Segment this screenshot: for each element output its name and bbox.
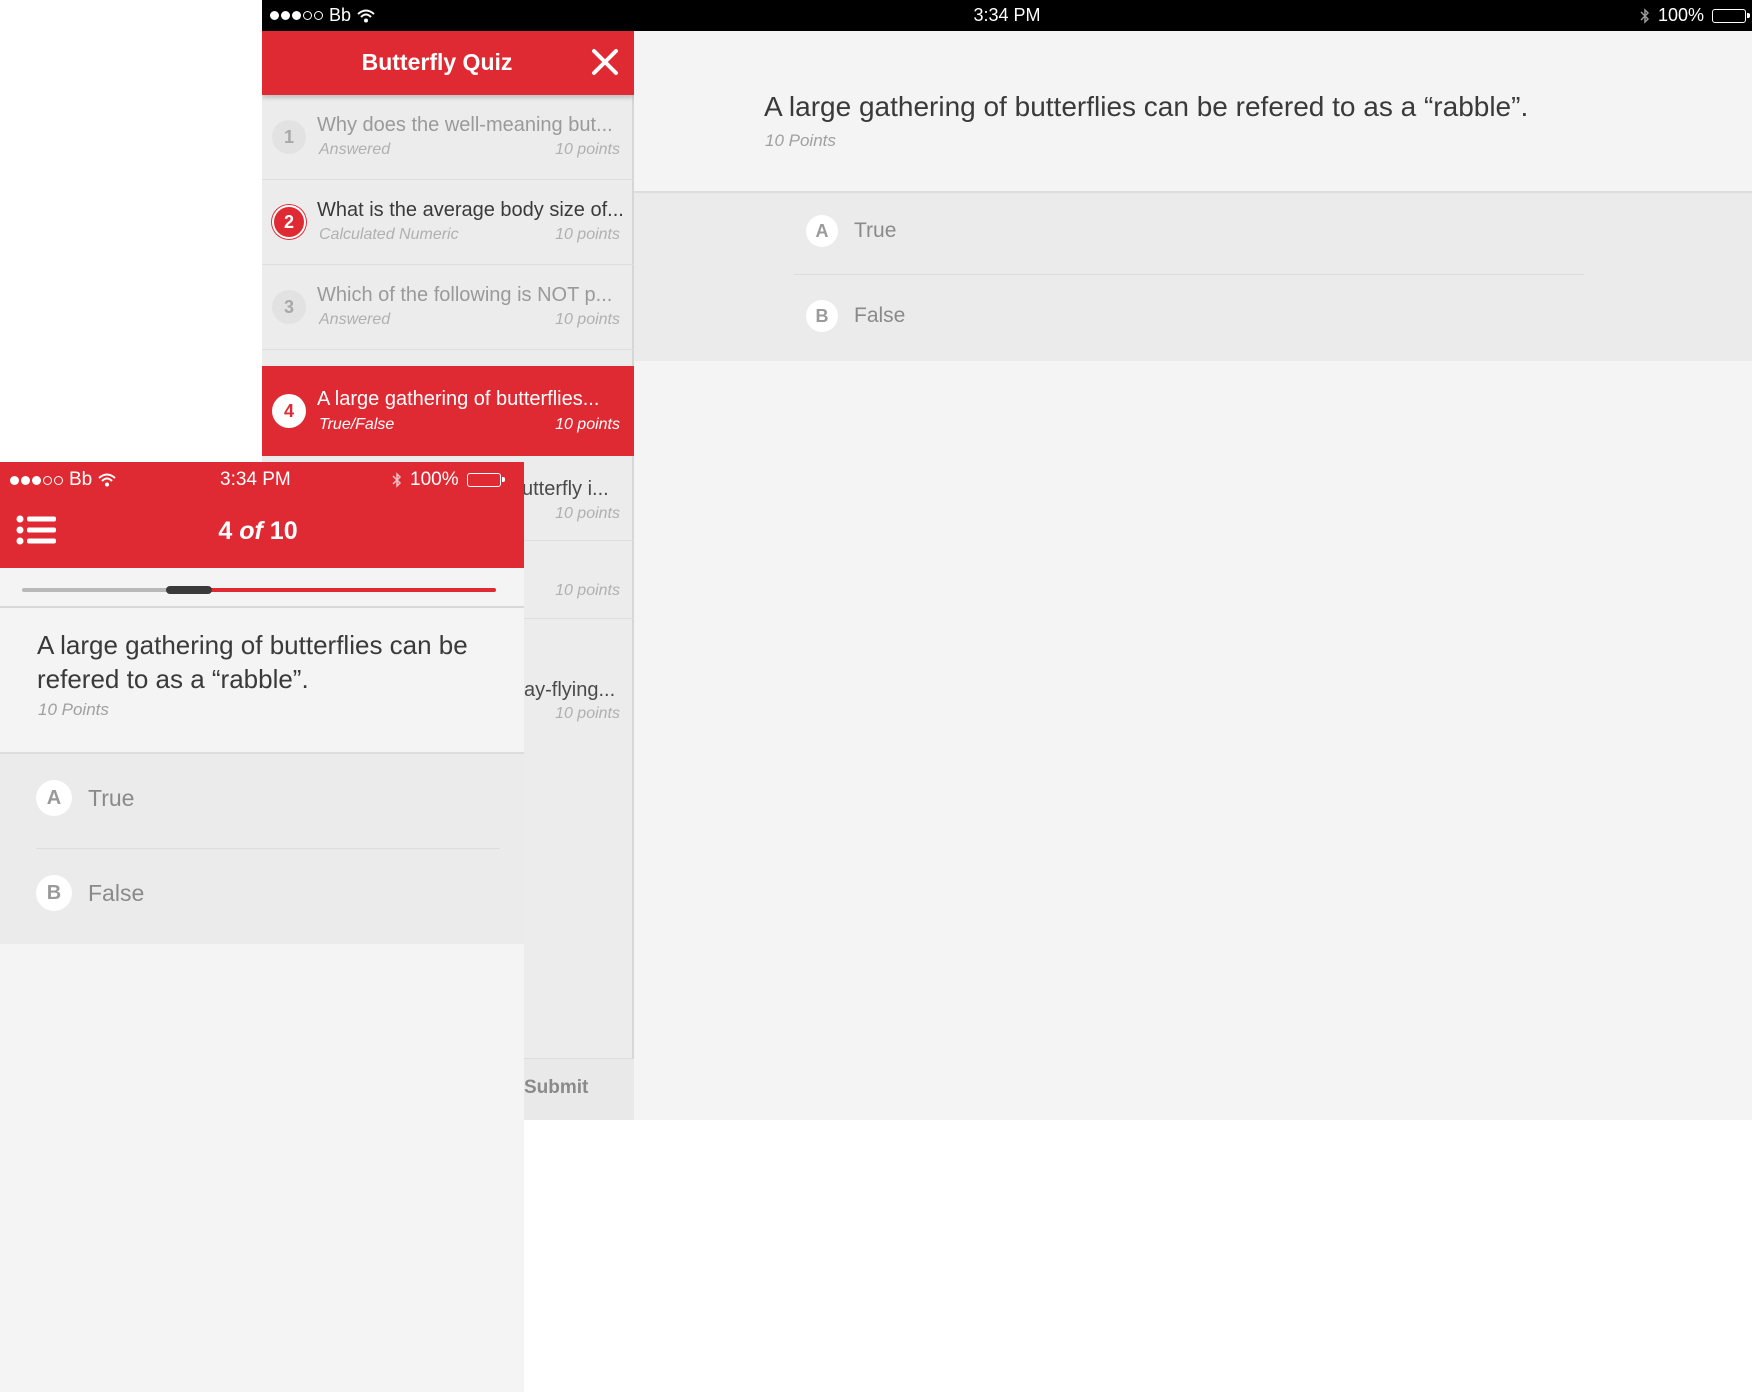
question-item-3[interactable]: 3 Which of the following is NOT p... Ans… [262, 265, 634, 350]
question-text: Which of the following is NOT p... [317, 284, 613, 306]
answer-letter: B [806, 300, 838, 332]
close-icon[interactable] [588, 45, 622, 79]
answer-letter: B [36, 875, 72, 911]
question-status: Calculated Numeric [319, 226, 459, 243]
answer-label: True [854, 219, 897, 242]
wifi-icon [98, 473, 116, 487]
phone-screen: Bb 3:34 PM 100% 4 of 10 A large gatherin… [0, 462, 524, 1392]
tablet-status-bar: Bb 3:34 PM 100% [262, 0, 1752, 31]
question-text: ay-flying... [524, 679, 616, 701]
progress-thumb[interactable] [166, 586, 212, 594]
counter-of: of [239, 517, 263, 545]
question-status: True/False [319, 416, 395, 433]
bluetooth-icon [392, 472, 402, 488]
signal-strength-icon [10, 475, 63, 485]
answer-label: False [854, 304, 906, 327]
battery-percent: 100% [1657, 5, 1704, 25]
submit-button[interactable]: Submit [524, 1077, 588, 1099]
question-text: utterfly i... [522, 478, 609, 500]
quiz-progress-bar [0, 568, 524, 608]
answer-list: A True B False [634, 193, 1752, 361]
counter-total: 10 [269, 517, 298, 545]
question-panel: A large gathering of butterflies can be … [634, 31, 1752, 1120]
question-title: A large gathering of butterflies can be … [37, 630, 468, 694]
answer-option-b[interactable]: B False [36, 875, 144, 911]
question-counter: 4 of 10 [0, 517, 516, 546]
question-points: 10 points [555, 141, 620, 158]
question-title: A large gathering of butterflies can be … [764, 91, 1529, 122]
question-points: 10 Points [38, 700, 109, 719]
battery-icon [1712, 8, 1750, 23]
sidebar-header: Butterfly Quiz [262, 31, 634, 95]
question-text: Why does the well-meaning but... [317, 114, 613, 136]
phone-status-bar: Bb 3:34 PM 100% [0, 462, 524, 496]
question-status: Answered [319, 141, 391, 158]
phone-header: Bb 3:34 PM 100% 4 of 10 [0, 462, 524, 568]
question-points: 10 points [555, 505, 620, 522]
question-points: 10 points [555, 705, 620, 722]
carrier-name: Bb [69, 469, 93, 490]
question-number: 4 [272, 394, 306, 428]
question-item-2[interactable]: 2 What is the average body size of... Ca… [262, 180, 634, 265]
question-number: 2 [272, 205, 306, 239]
answer-label: True [88, 784, 135, 811]
question-item-1[interactable]: 1 Why does the well-meaning but... Answe… [262, 95, 634, 180]
question-status: Answered [319, 311, 391, 328]
question-points: 10 points [555, 416, 620, 433]
battery-icon [466, 473, 505, 487]
question-points: 10 Points [765, 131, 836, 150]
battery-percent: 100% [410, 469, 459, 490]
question-number: 1 [272, 120, 306, 154]
bluetooth-icon [1640, 7, 1650, 24]
question-header: A large gathering of butterflies can be … [634, 31, 1752, 193]
answer-option-b[interactable]: B False [806, 300, 905, 332]
question-header: A large gathering of butterflies can be … [0, 608, 524, 754]
answer-option-a[interactable]: A True [36, 780, 134, 816]
question-points: 10 points [555, 311, 620, 328]
answer-list: A True B False [0, 754, 524, 944]
answer-letter: A [36, 780, 72, 816]
counter-current: 4 [218, 517, 233, 545]
answer-option-a[interactable]: A True [806, 215, 896, 247]
divider [794, 274, 1584, 275]
answer-letter: A [806, 215, 838, 247]
question-item-4[interactable]: 4 A large gathering of butterflies... Tr… [262, 366, 634, 456]
quiz-title: Butterfly Quiz [361, 49, 513, 75]
question-points: 10 points [555, 582, 620, 599]
question-number: 3 [272, 290, 306, 324]
status-time: 3:34 PM [220, 469, 291, 490]
answer-label: False [88, 879, 145, 906]
question-points: 10 points [555, 226, 620, 243]
question-text: A large gathering of butterflies... [317, 388, 600, 410]
question-text: What is the average body size of... [317, 199, 624, 221]
divider [36, 848, 500, 849]
progress-track-remaining [210, 588, 496, 592]
status-time: 3:34 PM [973, 5, 1041, 25]
